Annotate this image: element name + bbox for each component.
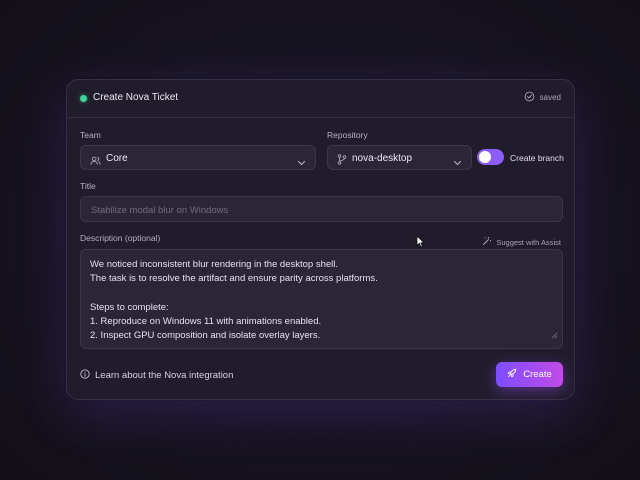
team-value: Core bbox=[106, 153, 128, 164]
title-placeholder: Stabilize modal blur on Windows bbox=[91, 205, 229, 216]
create-branch-label: Create branch bbox=[510, 153, 564, 163]
chevron-down-icon bbox=[453, 154, 462, 172]
title-label: Title bbox=[80, 181, 96, 191]
create-button[interactable]: Create bbox=[496, 362, 563, 387]
toggle-knob bbox=[479, 151, 491, 163]
status-dot bbox=[80, 95, 87, 102]
suggest-with-assist-label: Suggest with Assist bbox=[496, 237, 561, 247]
app-background: Create Nova Ticket saved Team Core Repos… bbox=[0, 0, 640, 480]
saved-text: saved bbox=[539, 93, 561, 102]
chevron-down-icon bbox=[297, 154, 306, 172]
create-branch-toggle[interactable] bbox=[477, 149, 504, 165]
users-icon bbox=[90, 153, 101, 171]
repository-label: Repository bbox=[327, 130, 368, 140]
repository-select[interactable]: nova-desktop bbox=[327, 145, 472, 170]
create-ticket-dialog: Create Nova Ticket saved Team Core Repos… bbox=[66, 79, 575, 400]
resize-handle-icon[interactable] bbox=[551, 326, 558, 344]
mouse-cursor-icon bbox=[416, 235, 425, 253]
suggest-with-assist-button[interactable]: Suggest with Assist bbox=[482, 236, 561, 248]
check-circle-icon bbox=[524, 91, 535, 104]
description-textarea[interactable]: We noticed inconsistent blur rendering i… bbox=[80, 249, 563, 349]
create-button-label: Create bbox=[523, 369, 552, 380]
title-input[interactable]: Stabilize modal blur on Windows bbox=[80, 196, 563, 222]
description-text: We noticed inconsistent blur rendering i… bbox=[90, 259, 378, 342]
team-select[interactable]: Core bbox=[80, 145, 316, 170]
team-label: Team bbox=[80, 130, 101, 140]
info-icon bbox=[80, 369, 90, 382]
saved-indicator: saved bbox=[524, 91, 561, 104]
dialog-header: Create Nova Ticket saved bbox=[67, 80, 574, 118]
learn-integration-text: Learn about the Nova integration bbox=[95, 370, 234, 381]
magic-wand-icon bbox=[482, 236, 492, 248]
rocket-icon bbox=[507, 368, 517, 381]
dialog-title: Create Nova Ticket bbox=[93, 92, 179, 103]
learn-integration-link[interactable]: Learn about the Nova integration bbox=[80, 369, 233, 382]
description-label: Description (optional) bbox=[80, 233, 161, 243]
repository-value: nova-desktop bbox=[352, 153, 413, 164]
git-branch-icon bbox=[337, 152, 347, 170]
